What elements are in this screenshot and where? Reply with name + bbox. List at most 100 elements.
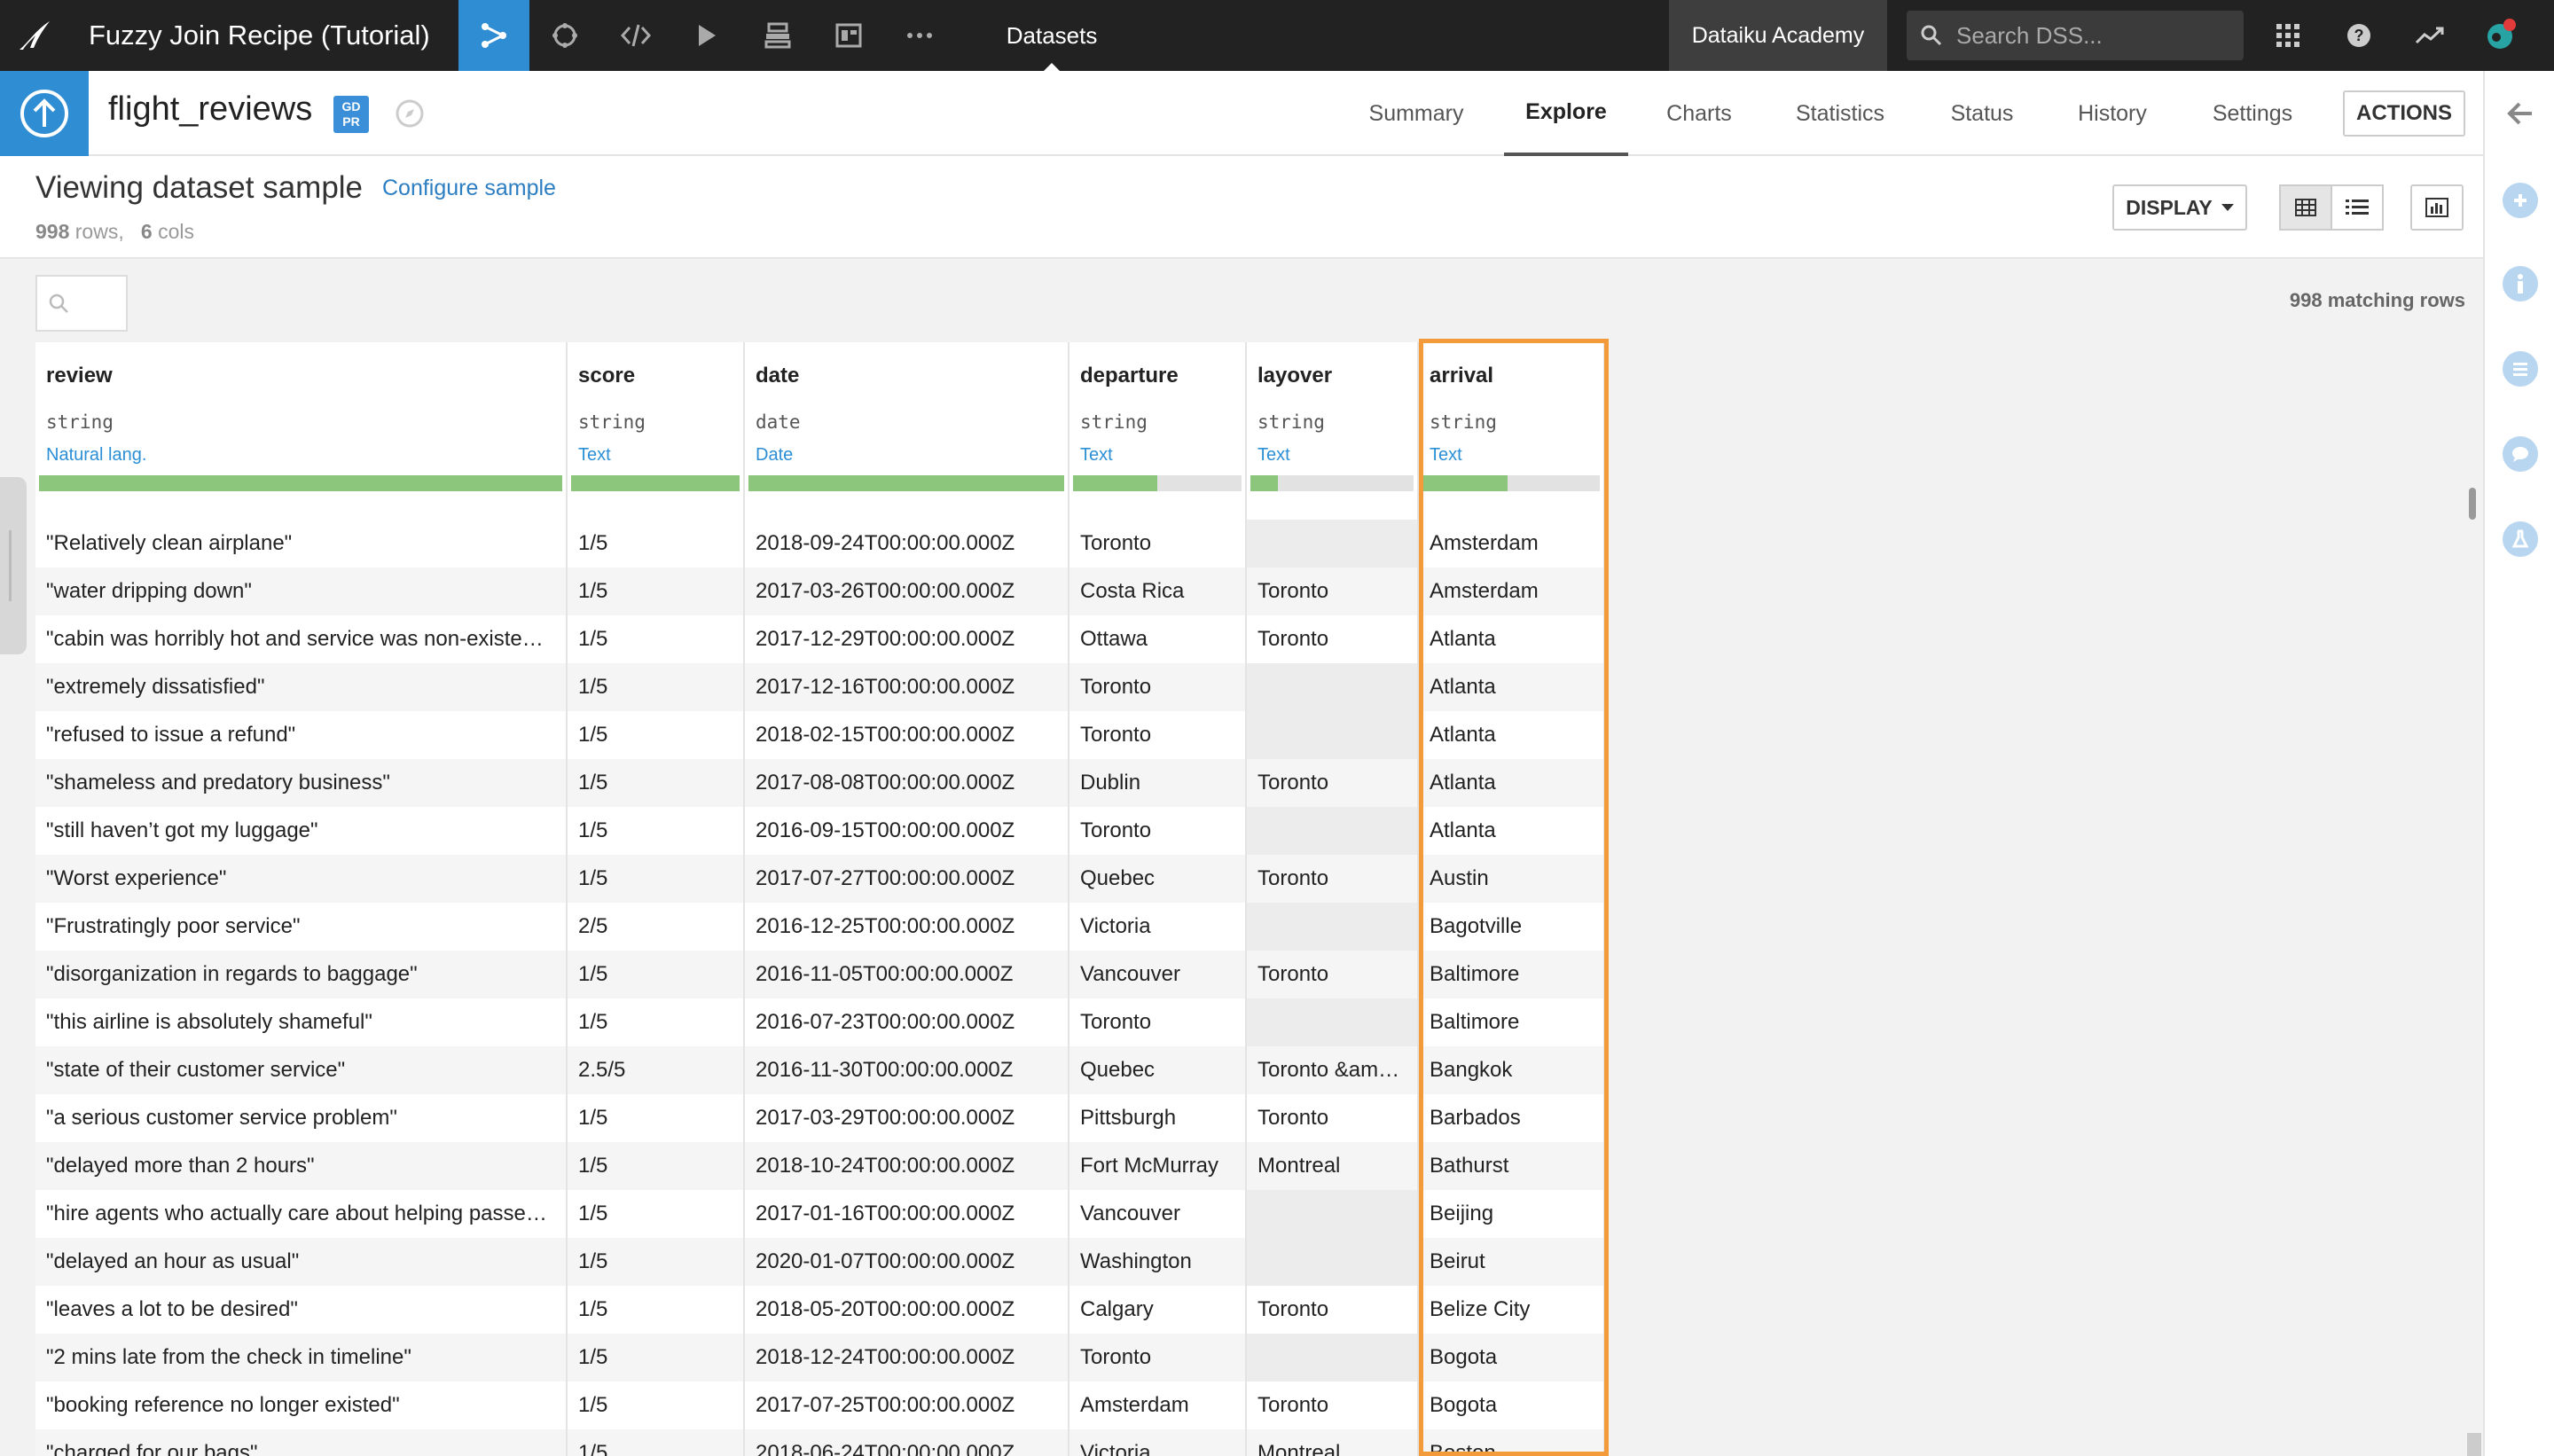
table-cell[interactable]: 2017-08-08T00:00:00.000Z	[745, 759, 1068, 807]
table-cell[interactable]: Toronto	[1069, 1334, 1245, 1382]
table-cell[interactable]: Victoria	[1069, 903, 1245, 951]
project-title[interactable]: Fuzzy Join Recipe (Tutorial)	[89, 20, 430, 51]
table-cell[interactable]	[1247, 903, 1417, 951]
column-meaning[interactable]: Text	[578, 445, 611, 466]
table-cell[interactable]: 1/5	[568, 807, 743, 855]
table-cell[interactable]: Atlanta	[1419, 759, 1603, 807]
column-name[interactable]: review	[46, 364, 113, 388]
column-storage-type[interactable]: string	[1430, 411, 1497, 433]
table-cell[interactable]: Toronto	[1247, 615, 1417, 663]
table-cell[interactable]: "water dripping down"	[35, 568, 566, 615]
table-cell[interactable]: 2.5/5	[568, 1046, 743, 1094]
tab-charts[interactable]: Charts	[1653, 71, 1745, 156]
code-icon[interactable]	[600, 0, 671, 71]
table-cell[interactable]: Beijing	[1419, 1190, 1603, 1238]
table-cell[interactable]: 2016-12-25T00:00:00.000Z	[745, 903, 1068, 951]
actions-button[interactable]: ACTIONS	[2343, 90, 2465, 137]
table-cell[interactable]: 2017-03-29T00:00:00.000Z	[745, 1094, 1068, 1142]
table-cell[interactable]: Beirut	[1419, 1238, 1603, 1286]
table-cell[interactable]: 2020-01-07T00:00:00.000Z	[745, 1238, 1068, 1286]
table-cell[interactable]	[1247, 711, 1417, 759]
table-cell[interactable]: "charged for our bags"	[35, 1429, 566, 1456]
table-cell[interactable]: Amsterdam	[1419, 568, 1603, 615]
global-search[interactable]	[1907, 11, 2244, 60]
table-cell[interactable]: 1/5	[568, 1429, 743, 1456]
table-cell[interactable]: 1/5	[568, 1382, 743, 1429]
run-icon[interactable]	[671, 0, 742, 71]
table-cell[interactable]: Atlanta	[1419, 711, 1603, 759]
column-name[interactable]: score	[578, 364, 635, 388]
table-cell[interactable]: 2016-11-05T00:00:00.000Z	[745, 951, 1068, 998]
table-cell[interactable]: 2018-12-24T00:00:00.000Z	[745, 1334, 1068, 1382]
table-cell[interactable]: Calgary	[1069, 1286, 1245, 1334]
table-view-icon[interactable]	[2279, 184, 2332, 231]
column-header[interactable]: departure string Text	[1069, 342, 1245, 502]
list-view-icon[interactable]	[2331, 184, 2384, 231]
table-cell[interactable]: "hire agents who actually care about hel…	[35, 1190, 566, 1238]
table-cell[interactable]: Toronto	[1247, 1382, 1417, 1429]
jobs-icon[interactable]	[529, 0, 600, 71]
table-cell[interactable]: Costa Rica	[1069, 568, 1245, 615]
table-cell[interactable]: 2018-05-20T00:00:00.000Z	[745, 1286, 1068, 1334]
table-cell[interactable]: "Worst experience"	[35, 855, 566, 903]
column-storage-type[interactable]: string	[46, 411, 114, 433]
table-cell[interactable]: Toronto	[1069, 998, 1245, 1046]
help-icon[interactable]: ?	[2323, 0, 2394, 71]
add-icon[interactable]	[2501, 181, 2540, 220]
table-cell[interactable]: Montreal	[1247, 1142, 1417, 1190]
tab-summary[interactable]: Summary	[1357, 71, 1476, 156]
table-cell[interactable]: Toronto	[1069, 520, 1245, 568]
table-cell[interactable]: 1/5	[568, 1286, 743, 1334]
table-cell[interactable]: Atlanta	[1419, 615, 1603, 663]
table-cell[interactable]: Pittsburgh	[1069, 1094, 1245, 1142]
table-cell[interactable]: Bogota	[1419, 1382, 1603, 1429]
table-cell[interactable]: 2017-12-16T00:00:00.000Z	[745, 663, 1068, 711]
table-cell[interactable]: 1/5	[568, 568, 743, 615]
dataset-name[interactable]: flight_reviews	[108, 90, 312, 129]
table-cell[interactable]: "still haven’t got my luggage"	[35, 807, 566, 855]
table-cell[interactable]: Vancouver	[1069, 951, 1245, 998]
tab-settings[interactable]: Settings	[2196, 71, 2309, 156]
column-name[interactable]: layover	[1257, 364, 1332, 388]
table-search-box[interactable]	[35, 275, 128, 332]
table-cell[interactable]: Victoria	[1069, 1429, 1245, 1456]
table-cell[interactable]: 2017-01-16T00:00:00.000Z	[745, 1190, 1068, 1238]
table-cell[interactable]	[1247, 1334, 1417, 1382]
column-validity-bar[interactable]	[39, 475, 562, 491]
dataiku-logo-icon[interactable]	[0, 0, 71, 71]
column-storage-type[interactable]: date	[756, 411, 801, 433]
table-cell[interactable]: 2017-12-29T00:00:00.000Z	[745, 615, 1068, 663]
column-name[interactable]: arrival	[1430, 364, 1493, 388]
table-cell[interactable]: 1/5	[568, 1190, 743, 1238]
table-cell[interactable]: Boston	[1419, 1429, 1603, 1456]
table-cell[interactable]: Montreal	[1247, 1429, 1417, 1456]
table-cell[interactable]	[1247, 1190, 1417, 1238]
column-header[interactable]: score string Text	[568, 342, 743, 502]
table-cell[interactable]: "disorganization in regards to baggage"	[35, 951, 566, 998]
table-cell[interactable]: 2018-09-24T00:00:00.000Z	[745, 520, 1068, 568]
table-cell[interactable]: Amsterdam	[1419, 520, 1603, 568]
table-cell[interactable]: Washington	[1069, 1238, 1245, 1286]
table-cell[interactable]: Atlanta	[1419, 807, 1603, 855]
column-header[interactable]: arrival string Text	[1419, 342, 1603, 502]
table-cell[interactable]	[1247, 520, 1417, 568]
table-cell[interactable]: "state of their customer service"	[35, 1046, 566, 1094]
table-cell[interactable]: 1/5	[568, 951, 743, 998]
user-avatar-icon[interactable]	[2465, 0, 2536, 71]
table-cell[interactable]: "a serious customer service problem"	[35, 1094, 566, 1142]
table-cell[interactable]: Bathurst	[1419, 1142, 1603, 1190]
table-cell[interactable]: 1/5	[568, 998, 743, 1046]
column-stats-icon[interactable]	[2410, 184, 2464, 231]
column-name[interactable]: departure	[1080, 364, 1179, 388]
dashboards-icon[interactable]	[813, 0, 884, 71]
table-cell[interactable]: "refused to issue a refund"	[35, 711, 566, 759]
table-cell[interactable]: Bogota	[1419, 1334, 1603, 1382]
column-storage-type[interactable]: string	[1080, 411, 1148, 433]
table-cell[interactable]: Belize City	[1419, 1286, 1603, 1334]
column-meaning[interactable]: Text	[1430, 445, 1462, 466]
table-cell[interactable]: Austin	[1419, 855, 1603, 903]
table-cell[interactable]: "leaves a lot to be desired"	[35, 1286, 566, 1334]
table-cell[interactable]: 1/5	[568, 855, 743, 903]
table-cell[interactable]: Toronto &am…	[1247, 1046, 1417, 1094]
table-cell[interactable]: Quebec	[1069, 855, 1245, 903]
